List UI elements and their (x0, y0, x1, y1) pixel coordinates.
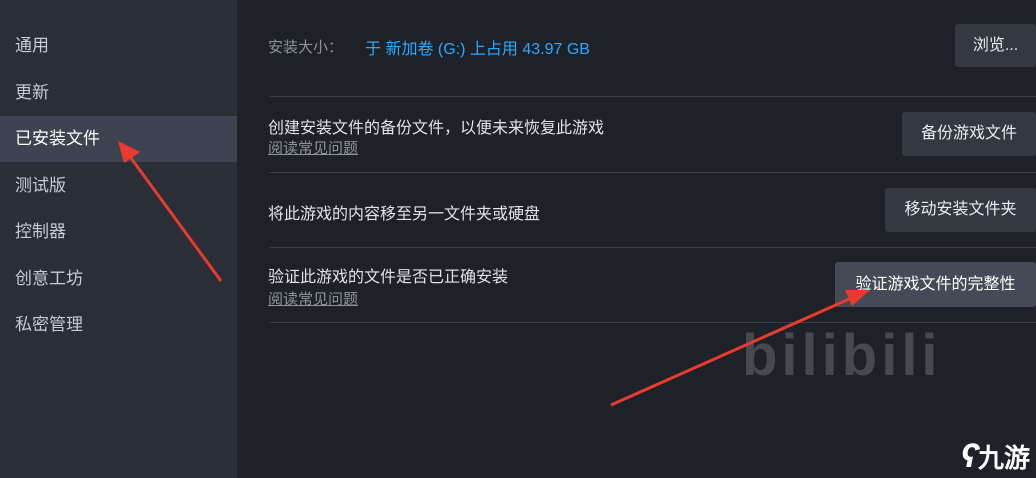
sidebar-item-privacy[interactable]: 私密管理 (0, 302, 237, 348)
settings-sidebar: 通用 更新 已安装文件 测试版 控制器 创意工坊 私密管理 (0, 0, 237, 478)
sidebar-item-updates[interactable]: 更新 (0, 70, 237, 116)
verify-faq-link[interactable]: 阅读常见问题 (268, 288, 358, 309)
bilibili-watermark: bilibili (742, 323, 942, 388)
verify-description: 验证此游戏的文件是否已正确安装 (268, 269, 509, 286)
sidebar-item-workshop[interactable]: 创意工坊 (0, 256, 237, 302)
divider (269, 172, 1036, 173)
jiuyou-logo: ʕ九游 (960, 437, 1030, 475)
move-description: 将此游戏的内容移至另一文件夹或硬盘 (268, 206, 541, 223)
sidebar-item-betas[interactable]: 测试版 (0, 163, 237, 209)
backup-description: 创建安装文件的备份文件，以便未来恢复此游戏 (268, 120, 605, 137)
backup-game-files-button[interactable]: 备份游戏文件 (902, 112, 1036, 156)
sidebar-item-controller[interactable]: 控制器 (0, 209, 237, 255)
installed-files-panel: 安装大小： 于 新加卷 (G:) 上占用 43.97 GB 浏览... 创建安装… (237, 0, 1036, 478)
divider (269, 247, 1036, 248)
verify-integrity-button[interactable]: 验证游戏文件的完整性 (835, 262, 1036, 307)
browse-button[interactable]: 浏览... (955, 24, 1036, 67)
move-install-folder-button[interactable]: 移动安装文件夹 (885, 188, 1036, 232)
install-size-label: 安装大小： (268, 39, 344, 56)
jiuyou-logo-icon: ʕ (960, 437, 978, 475)
divider (269, 96, 1036, 97)
sidebar-item-general[interactable]: 通用 (0, 23, 237, 69)
install-size-value: 于 新加卷 (G:) 上占用 43.97 GB (365, 41, 590, 58)
backup-faq-link[interactable]: 阅读常见问题 (268, 137, 358, 158)
sidebar-item-installed-files[interactable]: 已安装文件 (0, 116, 237, 162)
